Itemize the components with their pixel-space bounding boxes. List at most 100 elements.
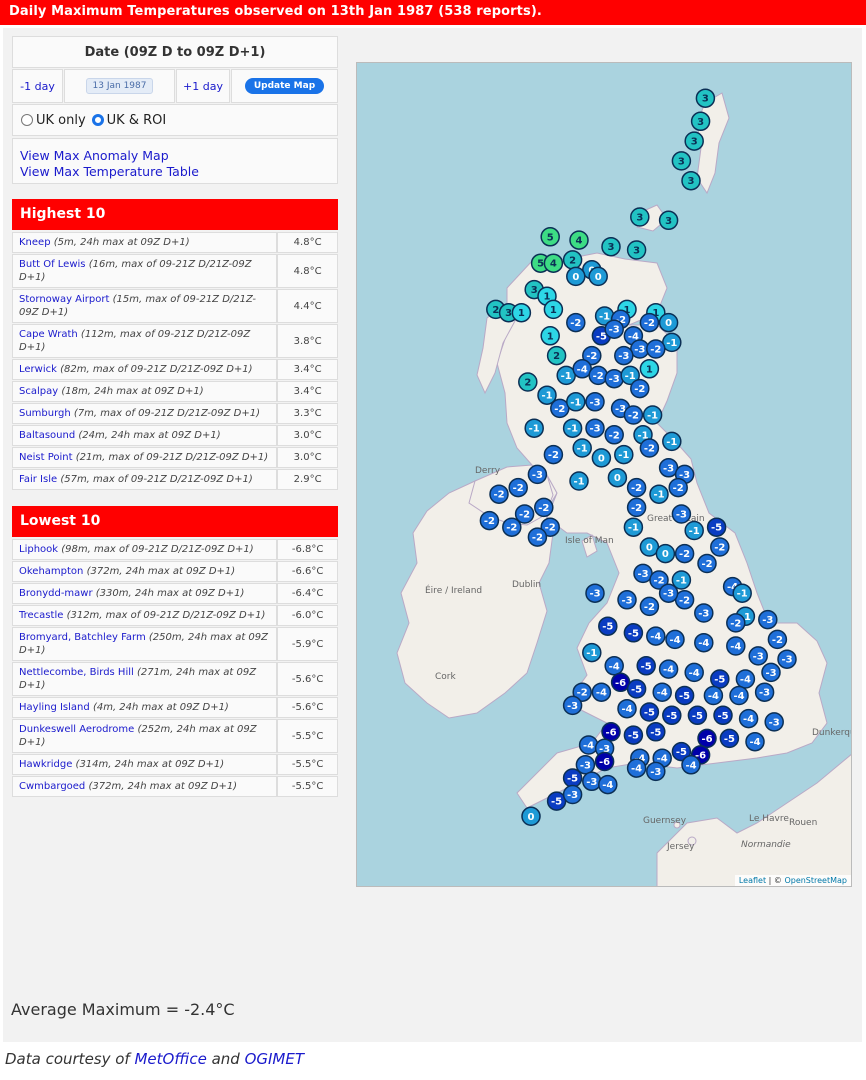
temperature-marker[interactable]: 5 (540, 227, 560, 247)
temperature-marker[interactable]: -2 (489, 484, 509, 504)
station-name-link[interactable]: Bromyard, Batchley Farm (19, 632, 146, 643)
temperature-marker[interactable]: -5 (662, 705, 682, 726)
temperature-marker[interactable]: -3 (646, 761, 666, 782)
station-name-link[interactable]: Sumburgh (19, 408, 71, 419)
temperature-table-link[interactable]: View Max Temperature Table (20, 164, 330, 180)
station-name-link[interactable]: Hawkridge (19, 759, 72, 770)
station-name-link[interactable]: Trecastle (19, 610, 63, 621)
temperature-marker[interactable]: -1 (562, 418, 583, 438)
temperature-marker[interactable]: 3 (626, 240, 647, 260)
temperature-marker[interactable]: -1 (662, 431, 682, 452)
openstreetmap-link[interactable]: OpenStreetMap (784, 876, 847, 885)
temperature-marker[interactable]: -4 (658, 659, 679, 679)
uk-roi-label[interactable]: UK & ROI (107, 113, 167, 128)
temperature-marker[interactable]: -2 (630, 378, 650, 399)
temperature-marker[interactable]: -4 (652, 682, 672, 702)
station-name-link[interactable]: Bronydd-mawr (19, 588, 93, 599)
ogimet-link[interactable]: OGIMET (245, 1050, 304, 1068)
temperature-marker[interactable]: -4 (681, 755, 701, 775)
temperature-marker[interactable]: -3 (527, 464, 548, 485)
temperature-map[interactable]: Éire / Ireland Dublin Cork Isle of Man G… (356, 62, 852, 887)
temperature-marker[interactable]: -2 (674, 543, 695, 564)
station-name-link[interactable]: Butt Of Lewis (19, 259, 86, 270)
next-day-button[interactable]: +1 day (176, 69, 230, 103)
temperature-marker[interactable]: -1 (566, 392, 586, 412)
temperature-marker[interactable]: -3 (758, 609, 778, 630)
temperature-marker[interactable]: -2 (604, 425, 624, 445)
temperature-marker[interactable]: 3 (684, 131, 704, 151)
temperature-marker[interactable]: -2 (646, 339, 666, 359)
temperature-marker[interactable]: -2 (588, 365, 608, 386)
temperature-marker[interactable]: -3 (582, 771, 602, 792)
station-name-link[interactable]: Fair Isle (19, 474, 57, 485)
temperature-marker[interactable]: -5 (639, 702, 660, 722)
temperature-marker[interactable]: -5 (706, 517, 727, 537)
temperature-marker[interactable]: 3 (671, 151, 692, 171)
anomaly-map-link[interactable]: View Max Anomaly Map (20, 148, 330, 164)
temperature-marker[interactable]: -3 (585, 392, 605, 412)
station-name-link[interactable]: Dunkeswell Aerodrome (19, 724, 134, 735)
temperature-marker[interactable]: -3 (671, 504, 692, 524)
leaflet-link[interactable]: Leaflet (739, 876, 766, 885)
temperature-marker[interactable]: -3 (614, 345, 634, 366)
temperature-marker[interactable]: -1 (569, 471, 589, 491)
temperature-marker[interactable]: -5 (713, 705, 733, 726)
temperature-marker[interactable]: -2 (534, 497, 554, 518)
temperature-marker[interactable]: -5 (598, 616, 618, 636)
temperature-marker[interactable]: -2 (543, 444, 564, 465)
temperature-marker[interactable]: -2 (626, 477, 647, 498)
temperature-marker[interactable]: -1 (614, 444, 634, 465)
temperature-marker[interactable]: -1 (524, 418, 544, 438)
temperature-marker[interactable]: -1 (649, 484, 669, 504)
temperature-marker[interactable]: -5 (719, 728, 740, 749)
temperature-marker[interactable]: -4 (646, 626, 666, 646)
station-name-link[interactable]: Cwmbargoed (19, 781, 85, 792)
temperature-marker[interactable]: -4 (729, 685, 749, 706)
temperature-marker[interactable]: -3 (754, 682, 775, 702)
temperature-marker[interactable]: -3 (761, 662, 781, 683)
temperature-marker[interactable]: -1 (623, 517, 644, 537)
temperature-marker[interactable]: 3 (630, 207, 650, 227)
temperature-marker[interactable]: -2 (668, 477, 688, 498)
temperature-marker[interactable]: 2 (518, 372, 538, 392)
temperature-marker[interactable]: -3 (585, 418, 605, 438)
temperature-marker[interactable]: 0 (655, 543, 676, 564)
temperature-marker[interactable]: -3 (604, 368, 624, 389)
temperature-marker[interactable]: -4 (726, 636, 746, 656)
metoffice-link[interactable]: MetOffice (134, 1050, 206, 1068)
temperature-marker[interactable]: -2 (502, 517, 522, 537)
temperature-marker[interactable]: 4 (543, 253, 564, 273)
temperature-marker[interactable]: 0 (591, 448, 612, 468)
temperature-marker[interactable]: -5 (636, 656, 656, 676)
temperature-marker[interactable]: -5 (710, 669, 730, 689)
station-name-link[interactable]: Baltasound (19, 430, 75, 441)
temperature-marker[interactable]: 1 (639, 359, 660, 379)
temperature-marker[interactable]: 3 (658, 210, 679, 231)
temperature-marker[interactable]: -5 (562, 768, 583, 788)
temperature-marker[interactable]: 3 (601, 236, 621, 257)
temperature-marker[interactable]: -2 (697, 553, 717, 574)
temperature-marker[interactable]: -3 (585, 583, 605, 603)
temperature-marker[interactable]: -2 (710, 537, 730, 557)
temperature-marker[interactable]: -1 (684, 520, 704, 541)
temperature-marker[interactable]: 3 (681, 170, 701, 191)
station-name-link[interactable]: Scalpay (19, 386, 58, 397)
station-name-link[interactable]: Liphook (19, 544, 58, 555)
temperature-marker[interactable]: -5 (623, 623, 644, 643)
temperature-marker[interactable]: -4 (604, 656, 624, 676)
temperature-marker[interactable]: -1 (642, 405, 663, 425)
temperature-marker[interactable]: -2 (566, 312, 586, 333)
temperature-marker[interactable]: -1 (582, 642, 602, 663)
temperature-marker[interactable]: 2 (546, 345, 567, 366)
station-name-link[interactable]: Stornoway Airport (19, 294, 109, 305)
temperature-marker[interactable]: -4 (738, 708, 759, 729)
temperature-marker[interactable]: -4 (745, 731, 765, 752)
uk-roi-radio[interactable] (91, 114, 104, 126)
temperature-marker[interactable]: 0 (588, 266, 608, 287)
update-map-button[interactable]: Update Map (244, 78, 325, 94)
temperature-marker[interactable]: -4 (684, 662, 704, 683)
temperature-marker[interactable]: 0 (607, 467, 628, 488)
temperature-marker[interactable]: 0 (658, 312, 679, 333)
prev-day-button[interactable]: -1 day (12, 69, 63, 103)
temperature-marker[interactable]: -3 (562, 784, 583, 805)
